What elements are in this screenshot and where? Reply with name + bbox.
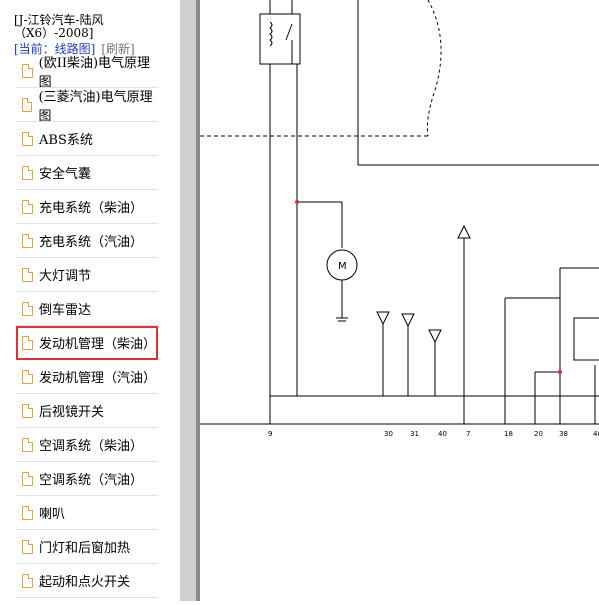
sidebar-item-label: 倒车雷达 (39, 303, 92, 318)
sidebar-item[interactable]: 充电系统（柴油） (16, 190, 158, 224)
pin-number: 18 (504, 430, 513, 438)
pin-number: 40 (593, 430, 599, 438)
document-icon (22, 573, 33, 588)
sidebar-item[interactable]: 倒车雷达 (16, 292, 158, 326)
sidebar-item[interactable]: 安全气囊 (16, 156, 158, 190)
diagram-list: (欧II柴油)电气原理图 (三菱汽油)电气原理图 ABS系统安全气囊充电系统（柴油）… (16, 54, 158, 598)
pin-number: 7 (466, 430, 470, 438)
sidebar-item-label: 起动和点火开关 (39, 575, 131, 590)
sidebar-item-label: (欧II柴油)电气原理图 (38, 55, 151, 90)
sidebar-item[interactable]: (三菱汽油)电气原理图 (16, 88, 158, 124)
sidebar-item-label: 安全气囊 (39, 167, 92, 182)
vehicle-title: [J-江铃汽车-陆风 （X6）-2008] (14, 13, 104, 40)
document-icon (22, 437, 33, 452)
sidebar-item-label: 喇叭 (39, 507, 66, 522)
sidebar-item-label: 后视镜开关 (39, 405, 105, 420)
sidebar-item[interactable]: ABS系统 (16, 122, 158, 156)
svg-text:M: M (338, 261, 347, 272)
sidebar-item[interactable]: 起动和点火开关 (16, 564, 158, 598)
document-icon (22, 233, 33, 248)
document-icon (22, 199, 33, 214)
sidebar-item[interactable]: 发动机管理（汽油） (16, 360, 158, 394)
sidebar-item[interactable]: 空调系统（汽油） (16, 462, 158, 496)
sidebar-item[interactable]: 门灯和后窗加热 (16, 530, 158, 564)
pin-number: 38 (559, 430, 568, 438)
sidebar: [J-江铃汽车-陆风 （X6）-2008] [当前：线路图] [刷新] (欧II柴… (0, 0, 180, 601)
pin-number: 30 (384, 430, 393, 438)
sidebar-item-label: 大灯调节 (39, 269, 92, 284)
document-icon (22, 165, 33, 180)
sidebar-item-label: 门灯和后窗加热 (39, 541, 131, 556)
sidebar-item[interactable]: 充电系统（汽油） (16, 224, 158, 258)
document-icon (22, 335, 33, 350)
document-icon (22, 505, 33, 520)
document-icon (22, 471, 33, 486)
sidebar-item-label: 充电系统（汽油） (39, 235, 144, 250)
document-icon (22, 539, 33, 554)
document-icon (22, 63, 33, 78)
document-icon (22, 131, 33, 146)
sidebar-item-label: (三菱汽油)电气原理图 (38, 89, 153, 124)
relay-box (259, 13, 301, 65)
document-icon (22, 403, 33, 418)
sidebar-item-label: 充电系统（柴油） (39, 201, 144, 216)
sidebar-item[interactable]: (欧II柴油)电气原理图 (16, 54, 158, 90)
document-icon (22, 267, 33, 282)
pin-number: 40 (438, 430, 447, 438)
pin-number: 31 (410, 430, 419, 438)
pin-number: 9 (268, 430, 272, 438)
sidebar-item-label: 发动机管理（汽油） (39, 371, 157, 386)
document-icon (22, 369, 33, 384)
sidebar-item-label: ABS系统 (39, 133, 93, 148)
sidebar-item[interactable]: 大灯调节 (16, 258, 158, 292)
document-icon (22, 97, 33, 112)
wiring-diagram: M 9 30 31 40 7 18 20 38 40 (200, 0, 599, 601)
sidebar-item[interactable]: 发动机管理（柴油） (16, 326, 158, 360)
sidebar-item[interactable]: 喇叭 (16, 496, 158, 530)
wiring-diagram-svg: M 9 30 31 40 7 18 20 38 40 (200, 0, 599, 438)
sidebar-item-label: 发动机管理（柴油） (39, 337, 157, 352)
sidebar-item[interactable]: 空调系统（柴油） (16, 428, 158, 462)
sidebar-item-label: 空调系统（汽油） (39, 473, 144, 488)
connector-block (573, 317, 599, 361)
sidebar-scrollbar[interactable] (180, 0, 196, 601)
sidebar-item-label: 空调系统（柴油） (39, 439, 144, 454)
sidebar-item[interactable]: 后视镜开关 (16, 394, 158, 428)
document-icon (22, 301, 33, 316)
pin-number: 20 (534, 430, 543, 438)
